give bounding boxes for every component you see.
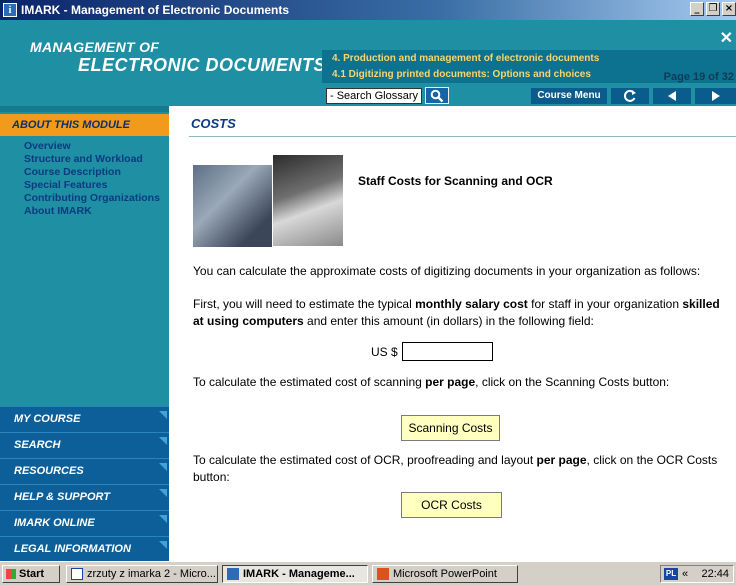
sidebar-link-course-description[interactable]: Course Description <box>24 166 160 179</box>
sidebar-link-special-features[interactable]: Special Features <box>24 179 160 192</box>
reload-icon <box>623 89 636 102</box>
app-info-icon: i <box>3 3 17 17</box>
page-indicator: Page 19 of 32 <box>663 71 734 83</box>
corner-triangle-icon <box>159 489 167 497</box>
restore-button[interactable]: ❐ <box>706 2 720 16</box>
course-title-line1: MANAGEMENT OF <box>30 39 160 55</box>
arrow-right-icon <box>711 91 720 101</box>
text-run: and enter this amount (in dollars) in th… <box>303 314 594 328</box>
taskbar: Start zrzuty z imarka 2 - Micro... IMARK… <box>0 561 736 585</box>
scanning-instructions: To calculate the estimated cost of scann… <box>193 374 728 391</box>
sidebar-link-overview[interactable]: Overview <box>24 140 160 153</box>
currency-label: US $ <box>371 345 398 359</box>
main-content: COSTS Staff Costs for Scanning and OCR Y… <box>169 106 736 561</box>
course-title-line2: ELECTRONIC DOCUMENTS <box>78 55 326 75</box>
sidebar-link-structure[interactable]: Structure and Workload <box>24 153 160 166</box>
corner-triangle-icon <box>159 437 167 445</box>
menu-label: LEGAL INFORMATION <box>14 543 131 555</box>
bold-text: monthly salary cost <box>415 297 528 311</box>
menu-help-support[interactable]: HELP & SUPPORT <box>0 484 169 510</box>
close-window-button[interactable]: × <box>722 2 736 16</box>
powerpoint-icon <box>377 568 389 580</box>
arrow-left-icon <box>668 91 676 101</box>
text-run: To calculate the estimated cost of OCR, … <box>193 453 537 467</box>
ocr-instructions: To calculate the estimated cost of OCR, … <box>193 452 728 486</box>
language-indicator[interactable]: PL <box>664 568 678 580</box>
staff-at-computer-photo <box>273 155 343 246</box>
menu-label: HELP & SUPPORT <box>14 491 110 503</box>
taskbar-item-word[interactable]: zrzuty z imarka 2 - Micro... <box>66 565 218 583</box>
salary-input[interactable] <box>402 342 493 361</box>
search-glossary-select[interactable]: - Search Glossary - <box>326 88 422 116</box>
reload-button[interactable] <box>611 88 649 104</box>
section-subtitle: Staff Costs for Scanning and OCR <box>358 174 553 188</box>
course-header: MANAGEMENT OF ELECTRONIC DOCUMENTS ✕ 4. … <box>0 20 736 116</box>
bold-text: per page <box>425 375 476 389</box>
start-button[interactable]: Start <box>2 565 60 583</box>
corner-triangle-icon <box>159 515 167 523</box>
menu-imark-online[interactable]: IMARK ONLINE <box>0 510 169 536</box>
menu-my-course[interactable]: MY COURSE <box>0 406 169 432</box>
ocr-costs-button[interactable]: OCR Costs <box>401 492 502 518</box>
course-menu-button[interactable]: Course Menu <box>531 88 607 104</box>
chapter-line2: 4.1 Digitizing printed documents: Option… <box>332 69 591 80</box>
heading-divider <box>189 136 736 137</box>
taskbar-item-label: IMARK - Manageme... <box>243 568 355 580</box>
tray-expand-chevron-icon[interactable]: « <box>682 566 688 582</box>
corner-triangle-icon <box>159 541 167 549</box>
menu-label: SEARCH <box>14 439 61 451</box>
menu-label: MY COURSE <box>14 413 81 425</box>
bottom-menu: MY COURSE SEARCH RESOURCES HELP & SUPPOR… <box>0 406 169 562</box>
text-run: To calculate the estimated cost of scann… <box>193 375 426 389</box>
window-title: IMARK - Management of Electronic Documen… <box>21 3 290 17</box>
module-link-list: Overview Structure and Workload Course D… <box>24 140 160 218</box>
menu-legal-information[interactable]: LEGAL INFORMATION <box>0 536 169 562</box>
sidebar: ABOUT THIS MODULE Overview Structure and… <box>0 106 169 562</box>
start-label: Start <box>19 568 45 580</box>
taskbar-item-imark[interactable]: IMARK - Manageme... <box>222 565 368 583</box>
office-computers-photo <box>193 165 272 247</box>
menu-resources[interactable]: RESOURCES <box>0 458 169 484</box>
system-tray: PL « 22:44 <box>660 565 734 583</box>
sidebar-stripe <box>0 106 169 112</box>
about-module-tab[interactable]: ABOUT THIS MODULE <box>0 114 169 136</box>
taskbar-item-label: zrzuty z imarka 2 - Micro... <box>87 568 216 580</box>
taskbar-item-powerpoint[interactable]: Microsoft PowerPoint <box>372 565 518 583</box>
corner-triangle-icon <box>159 463 167 471</box>
close-course-button[interactable]: ✕ <box>720 28 733 48</box>
corner-triangle-icon <box>159 411 167 419</box>
minimize-button[interactable]: _ <box>690 2 704 16</box>
text-run: for staff in your organization <box>527 297 683 311</box>
search-icon <box>430 89 444 102</box>
windows-flag-icon <box>6 569 16 579</box>
imark-icon <box>227 568 239 580</box>
text-run: , click on the Scanning Costs button: <box>475 375 670 389</box>
page-title: COSTS <box>191 116 236 131</box>
word-document-icon <box>71 568 83 580</box>
previous-page-button[interactable] <box>653 88 691 104</box>
taskbar-item-label: Microsoft PowerPoint <box>393 568 497 580</box>
chapter-line1: 4. Production and management of electron… <box>332 53 600 64</box>
glossary-search-button[interactable] <box>425 87 449 104</box>
window-controls: _ ❐ × <box>688 2 736 16</box>
bold-text: per page <box>536 453 587 467</box>
salary-instructions: First, you will need to estimate the typ… <box>193 296 728 330</box>
intro-text: You can calculate the approximate costs … <box>193 264 701 278</box>
sidebar-link-about-imark[interactable]: About IMARK <box>24 205 160 218</box>
menu-label: IMARK ONLINE <box>14 517 95 529</box>
scanning-costs-button[interactable]: Scanning Costs <box>401 415 500 441</box>
sidebar-link-contributing-orgs[interactable]: Contributing Organizations <box>24 192 160 205</box>
menu-search[interactable]: SEARCH <box>0 432 169 458</box>
menu-label: RESOURCES <box>14 465 84 477</box>
app-window: i IMARK - Management of Electronic Docum… <box>0 0 736 585</box>
text-run: First, you will need to estimate the typ… <box>193 297 416 311</box>
next-page-button[interactable] <box>695 88 736 104</box>
window-titlebar: i IMARK - Management of Electronic Docum… <box>0 0 736 20</box>
clock: 22:44 <box>701 568 729 580</box>
